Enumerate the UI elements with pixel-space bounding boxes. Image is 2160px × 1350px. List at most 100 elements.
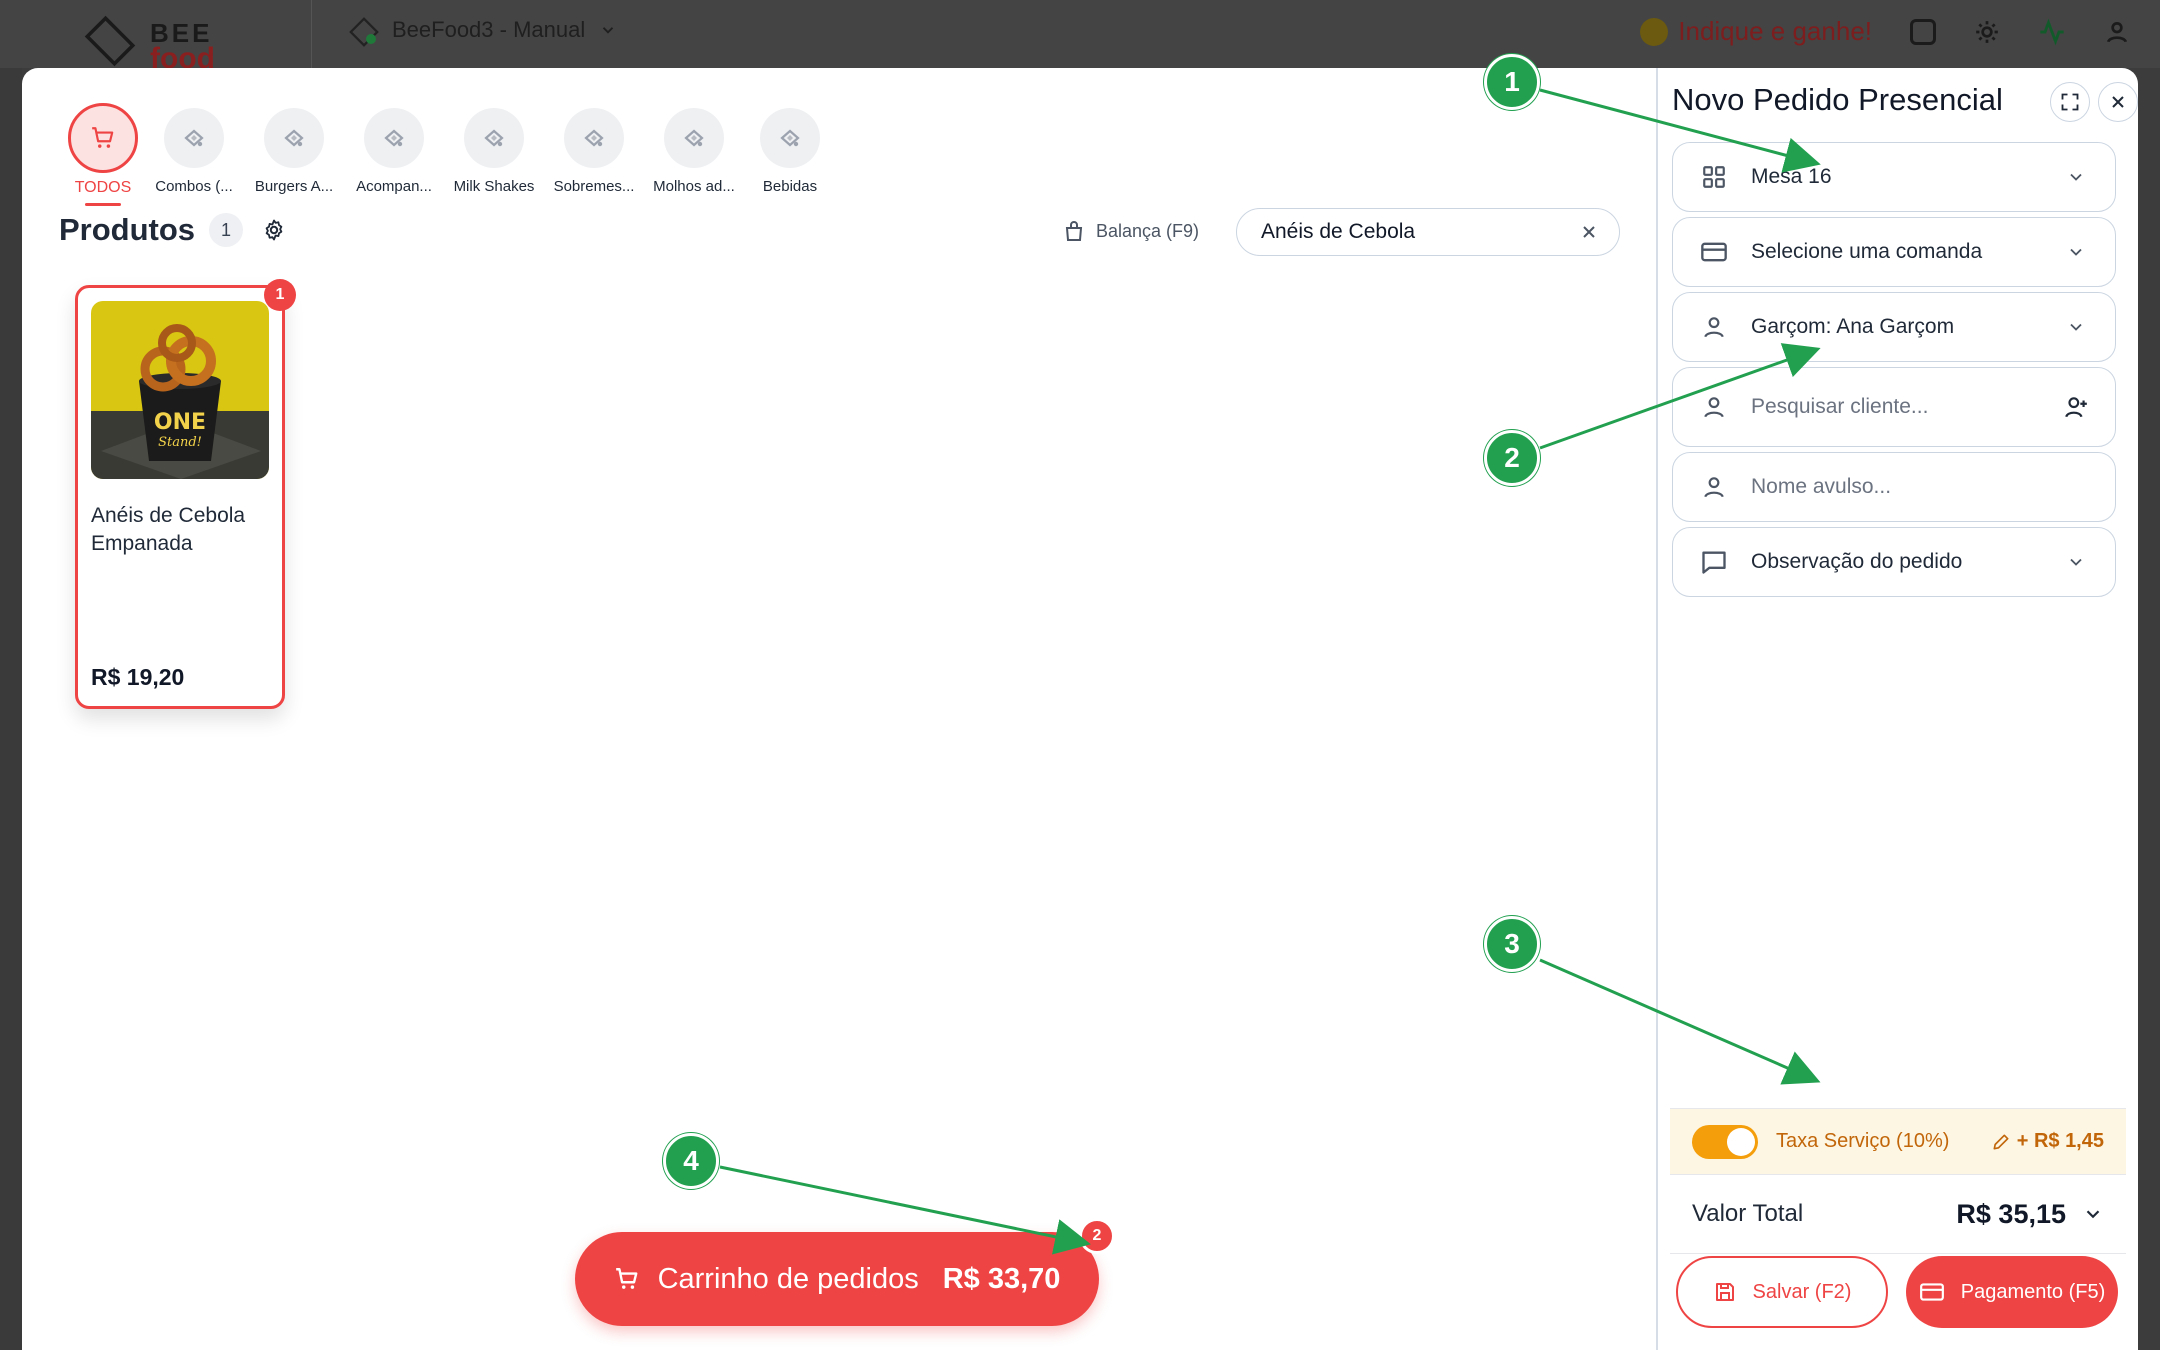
- category-item[interactable]: Molhos ad...: [642, 108, 746, 206]
- cliente-search[interactable]: [1672, 367, 2116, 447]
- cart-total: R$ 33,70: [942, 1262, 1061, 1295]
- grid-icon: [1699, 162, 1729, 192]
- category-item[interactable]: Sobremes...: [546, 108, 642, 206]
- category-logo-icon: [364, 108, 424, 168]
- total-value: R$ 35,15: [1956, 1198, 2066, 1229]
- product-qty-badge: 1: [264, 279, 296, 311]
- active-underline: [85, 203, 121, 206]
- products-count-badge: 1: [209, 213, 244, 247]
- cart-button[interactable]: Carrinho de pedidos R$ 33,70: [575, 1232, 1099, 1326]
- chevron-down-icon: [2063, 164, 2089, 190]
- category-item[interactable]: Bebidas: [746, 108, 834, 206]
- user-icon: [1699, 472, 1729, 502]
- user-icon[interactable]: [2104, 19, 2130, 45]
- category-item[interactable]: Acompan...: [346, 108, 442, 206]
- money-face-icon: [1640, 17, 1669, 46]
- chevron-down-icon: [2063, 549, 2089, 575]
- comanda-select[interactable]: Selecione uma comanda: [1672, 217, 2116, 287]
- app-sidebar: [0, 68, 22, 1350]
- add-user-icon[interactable]: [2063, 394, 2089, 420]
- order-pane: Novo Pedido Presencial Mesa 16 Selecione…: [1658, 68, 2138, 1350]
- category-label: Burgers A...: [254, 178, 334, 195]
- payment-button[interactable]: Pagamento (F5): [1906, 1256, 2118, 1328]
- sun-icon[interactable]: [1974, 19, 2000, 45]
- products-title: Produtos: [59, 212, 196, 247]
- search-input[interactable]: [1261, 220, 1577, 244]
- service-fee-row: Taxa Serviço (10%) + R$ 1,45: [1670, 1108, 2126, 1174]
- new-order-modal: TODOS Combos (... Burgers A... Acompan... Mi…: [22, 68, 2138, 1350]
- category-item[interactable]: Milk Shakes: [442, 108, 546, 206]
- clear-icon[interactable]: [1577, 220, 1601, 244]
- nome-avulso-input[interactable]: [1751, 475, 2089, 499]
- category-todos[interactable]: TODOS: [60, 103, 146, 206]
- chevron-down-icon: [2063, 239, 2089, 265]
- total-label: Valor Total: [1692, 1200, 1804, 1227]
- category-logo-icon: [264, 108, 324, 168]
- chevron-down-icon: [2063, 314, 2089, 340]
- category-label: Milk Shakes: [453, 178, 535, 195]
- products-pane: TODOS Combos (... Burgers A... Acompan... Mi…: [22, 68, 1656, 1350]
- category-label: Acompan...: [356, 178, 432, 195]
- chevron-down-icon: [2086, 1210, 2100, 1219]
- user-icon: [1699, 312, 1729, 342]
- cart-count-badge: 2: [1079, 1218, 1115, 1254]
- store-selector[interactable]: BeeFood3 - Manual: [346, 14, 617, 46]
- gear-icon[interactable]: [257, 213, 291, 247]
- app-header: BEE food BeeFood3 - Manual Indique e gan…: [0, 0, 2160, 75]
- product-card[interactable]: ONE Stand! Anéis de Cebola Empanada R$ 1…: [75, 279, 296, 709]
- product-price: R$ 19,20: [91, 664, 185, 690]
- category-logo-icon: [564, 108, 624, 168]
- bag-icon: [1065, 221, 1083, 241]
- category-label: TODOS: [74, 179, 132, 196]
- svg-text:Stand!: Stand!: [158, 435, 202, 450]
- category-logo-icon: [464, 108, 524, 168]
- observacao-select[interactable]: Observação do pedido: [1672, 527, 2116, 597]
- category-logo-icon: [164, 108, 224, 168]
- nome-avulso-field[interactable]: [1672, 452, 2116, 522]
- product-search[interactable]: [1236, 208, 1620, 256]
- message-icon: [1699, 547, 1729, 577]
- app-logo: BEE food: [80, 14, 240, 75]
- category-bar: TODOS Combos (... Burgers A... Acompan... Mi…: [60, 103, 834, 206]
- annotation-marker-4: 4: [663, 1133, 719, 1189]
- total-row[interactable]: Valor Total R$ 35,15: [1670, 1174, 2126, 1254]
- category-label: Sobremes...: [553, 178, 635, 195]
- category-label: Molhos ad...: [653, 178, 735, 195]
- cart-icon: [615, 1268, 637, 1289]
- category-logo-icon: [664, 108, 724, 168]
- chevron-down-icon: [603, 27, 614, 34]
- store-icon: [346, 14, 378, 46]
- expand-icon: [2061, 93, 2079, 111]
- card-icon: [1919, 1283, 1944, 1301]
- service-fee-edit[interactable]: + R$ 1,45: [1991, 1130, 2104, 1153]
- printer-icon[interactable]: [1910, 18, 1936, 45]
- category-item[interactable]: Burgers A...: [242, 108, 346, 206]
- save-button[interactable]: Salvar (F2): [1676, 1256, 1888, 1328]
- activity-icon[interactable]: [2038, 18, 2066, 46]
- category-logo-icon: [760, 108, 820, 168]
- fullscreen-button[interactable]: [2050, 82, 2090, 122]
- mesa-select[interactable]: Mesa 16: [1672, 142, 2116, 212]
- service-fee-toggle[interactable]: [1692, 1124, 1758, 1159]
- product-name: Anéis de Cebola Empanada: [91, 504, 246, 555]
- service-fee-label: Taxa Serviço (10%): [1776, 1130, 1950, 1152]
- product-image: ONE Stand!: [91, 301, 269, 479]
- floppy-icon: [1715, 1283, 1734, 1301]
- category-label: Bebidas: [762, 178, 818, 195]
- annotation-marker-3: 3: [1484, 916, 1540, 972]
- pencil-icon: [1993, 1134, 2009, 1149]
- referral-link[interactable]: Indique e ganhe!: [1640, 16, 1872, 47]
- category-item[interactable]: Combos (...: [146, 108, 242, 206]
- annotation-marker-2: 2: [1484, 430, 1540, 486]
- balanca-button[interactable]: Balança (F9): [1062, 219, 1199, 243]
- category-label: Combos (...: [155, 178, 233, 195]
- close-icon: [2112, 96, 2124, 108]
- svg-text:ONE: ONE: [154, 410, 206, 435]
- user-icon: [1699, 392, 1729, 422]
- garcom-select[interactable]: Garçom: Ana Garçom: [1672, 292, 2116, 362]
- cliente-input[interactable]: [1751, 395, 2063, 419]
- close-button[interactable]: [2098, 82, 2138, 122]
- card-icon: [1699, 237, 1729, 267]
- cart-label: Carrinho de pedidos: [657, 1262, 919, 1295]
- cart-icon: [68, 103, 138, 173]
